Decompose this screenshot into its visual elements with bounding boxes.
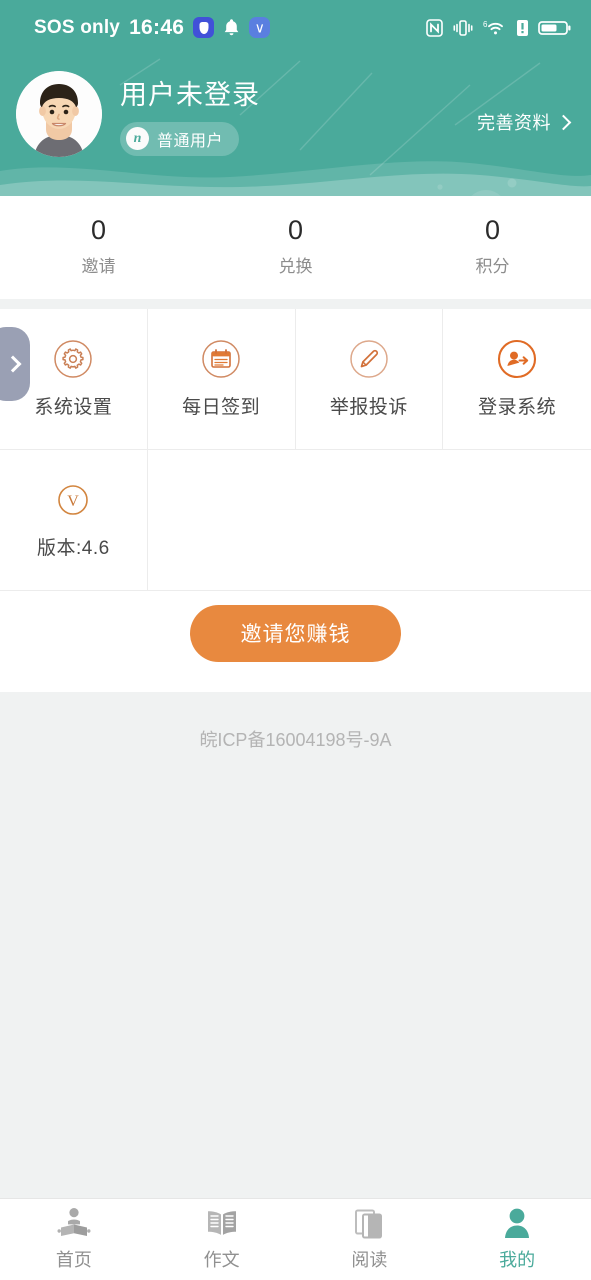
cta-wrapper: 邀请您赚钱 [0,590,591,692]
stat-value: 0 [484,215,501,245]
wifi-6-icon: 6 [483,20,503,34]
tab-label: 作文 [203,1250,240,1270]
profile-header: 用户未登录 n 普通用户 完善资料 [0,55,591,196]
open-book-icon [207,1211,236,1235]
bell-icon [224,19,239,36]
stat-points[interactable]: 0 积分 [394,214,591,277]
person-icon [505,1208,530,1238]
username-label: 用户未登录 [120,79,260,110]
menu-item-label: 举报投诉 [329,396,408,418]
user-level-badge: n 普通用户 [120,121,240,156]
svg-text:V: V [68,493,80,510]
stat-value: 0 [287,215,304,245]
chevron-right-icon [4,355,22,373]
avatar-illustration [16,71,102,157]
menu-item-label: 登录系统 [478,396,557,418]
menu-item-label: 系统设置 [34,396,113,418]
tab-home[interactable]: 首页 [0,1207,148,1272]
complete-profile-link[interactable]: 完善资料 [477,93,572,135]
menu-item-label: 每日签到 [182,396,261,418]
section-divider [0,298,591,309]
menu-item-label: 版本:4.6 [37,537,110,559]
calendar-icon [202,340,240,378]
header-content: 用户未登录 n 普通用户 完善资料 [0,55,591,173]
menu-item-daily-checkin[interactable]: 每日签到 [147,308,296,450]
tab-label: 首页 [55,1250,92,1270]
battery-icon [538,20,571,35]
status-bar: SOS only 16:46 6 [0,0,591,55]
avatar[interactable] [16,71,102,157]
tab-mine[interactable]: 我的 [443,1207,591,1272]
complete-profile-label: 完善资料 [477,113,551,133]
menu-cell-empty [147,449,296,591]
invite-earn-button[interactable]: 邀请您赚钱 [190,604,401,662]
nfc-icon [426,18,443,37]
badge-label: 普通用户 [157,132,224,150]
vmail-icon [249,17,271,38]
menu-item-version[interactable]: V 版本:4.6 [0,449,148,591]
menu-cell-empty [443,449,591,591]
sim-alert-icon [517,19,528,36]
tab-label: 我的 [499,1250,536,1270]
tab-label: 阅读 [351,1250,388,1270]
header-text-block: 用户未登录 n 普通用户 [120,73,260,156]
menu-item-report-complaint[interactable]: 举报投诉 [295,308,444,450]
stat-label: 积分 [475,256,510,276]
app-root: SOS only 16:46 6 [0,0,591,1280]
user-login-icon [498,339,537,378]
carrier-label: SOS only [34,16,121,38]
shield-icon [193,17,215,38]
pencil-icon [350,340,388,378]
stat-exchange[interactable]: 0 兑换 [197,214,394,277]
vibrate-icon [453,19,473,36]
clock-label: 16:46 [129,15,185,39]
status-bar-right: 6 [426,18,571,37]
tab-reading[interactable]: 阅读 [296,1207,444,1272]
bottom-tab-bar: 首页 作文 阅读 我的 [0,1198,591,1280]
stats-row: 0 邀请 0 兑换 0 积分 [0,196,591,299]
menu-cell-empty [295,449,444,591]
version-icon: V [58,484,89,515]
svg-text:6: 6 [483,20,488,29]
stat-label: 邀请 [81,256,116,276]
chevron-right-icon [555,114,572,130]
stat-value: 0 [90,215,107,245]
status-bar-left: SOS only 16:46 [34,15,271,40]
stat-invite[interactable]: 0 邀请 [0,214,197,277]
stat-label: 兑换 [278,256,313,276]
menu-item-login-system[interactable]: 登录系统 [443,308,591,450]
menu-grid: 系统设置 每日签到 举报投诉 登录系统 V 版本:4.6 [0,308,591,591]
side-drawer-handle[interactable] [0,326,30,401]
home-reader-icon [57,1208,91,1236]
icp-license-text: 皖ICP备16004198号-9A [199,729,392,750]
menu-grid-wrapper: 系统设置 每日签到 举报投诉 登录系统 V 版本:4.6 [0,308,591,591]
pages-icon [355,1209,383,1239]
gear-icon [54,340,93,378]
badge-mark-icon: n [126,127,149,150]
tab-composition[interactable]: 作文 [148,1207,296,1272]
